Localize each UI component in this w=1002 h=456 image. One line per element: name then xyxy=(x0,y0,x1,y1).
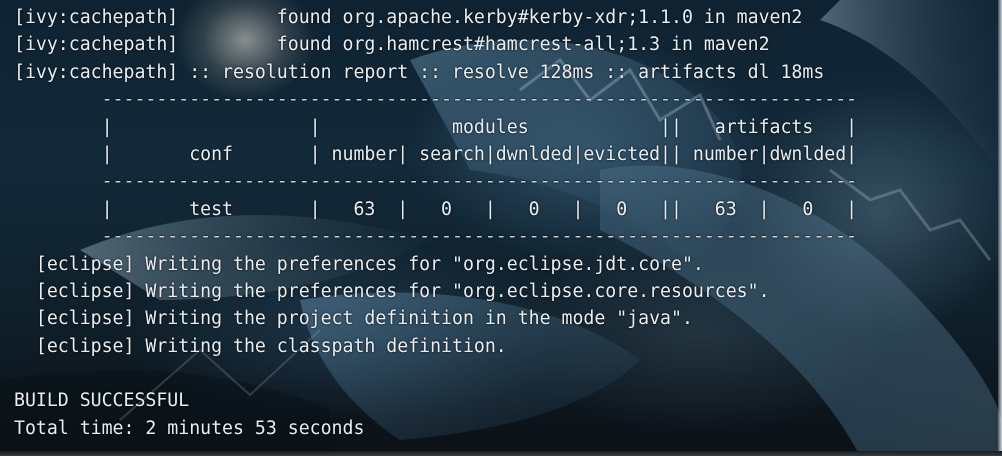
terminal-window[interactable]: [ivy:cachepath] found org.apache.kerby#k… xyxy=(0,0,1002,456)
table-separator: ----------------------------------------… xyxy=(14,89,858,111)
window-edge xyxy=(998,0,1002,456)
table-header-line: | conf | number| search|dwnlded|evicted|… xyxy=(14,143,858,165)
build-status: BUILD SUCCESSFUL xyxy=(14,390,190,412)
table-separator: ----------------------------------------… xyxy=(14,226,858,248)
output-line: [ivy:cachepath] found org.hamcrest#hamcr… xyxy=(14,34,770,56)
terminal-output: [ivy:cachepath] found org.apache.kerby#k… xyxy=(14,4,857,442)
output-line: [eclipse] Writing the classpath definiti… xyxy=(14,335,507,357)
table-separator: ----------------------------------------… xyxy=(14,171,858,193)
output-line: [ivy:cachepath] found org.apache.kerby#k… xyxy=(14,7,803,28)
output-line: [eclipse] Writing the project definition… xyxy=(14,308,693,330)
total-time: Total time: 2 minutes 53 seconds xyxy=(14,417,365,439)
table-header-line: | | modules || artifacts | xyxy=(14,116,858,138)
window-bottom-edge xyxy=(0,451,1002,456)
output-line: [ivy:cachepath] :: resolution report :: … xyxy=(14,61,825,83)
table-row: | test | 63 | 0 | 0 | 0 || 63 | 0 | xyxy=(14,198,858,220)
output-line: [eclipse] Writing the preferences for "o… xyxy=(14,253,704,275)
output-line: [eclipse] Writing the preferences for "o… xyxy=(14,280,770,302)
